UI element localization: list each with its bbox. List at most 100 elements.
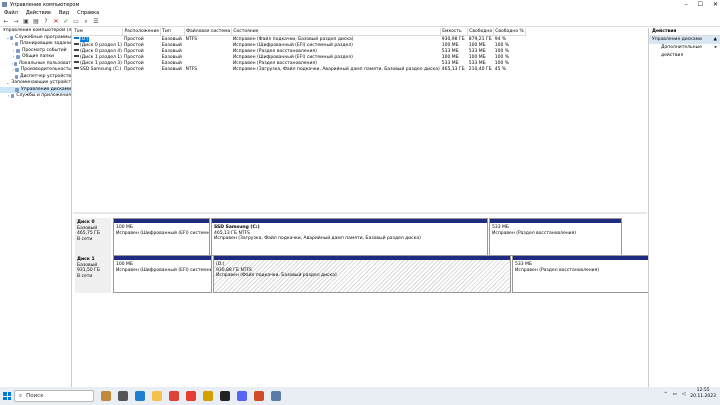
partition[interactable]: 100 МБ Исправен (Шифрованный (EFI) систем… [113, 255, 212, 293]
app-icon[interactable] [220, 391, 230, 401]
disk-label[interactable]: Диск 1 Базовый 931,50 ГБ В сети [75, 255, 111, 293]
tree-item[interactable]: › Службы и приложения [0, 93, 71, 100]
discord-icon[interactable] [237, 391, 247, 401]
partition[interactable]: SSD Samsung (C:) 465,13 ГБ NTFS Исправен (… [211, 218, 488, 256]
table-cell: Базовый [161, 42, 185, 48]
up-icon[interactable]: ▣ [23, 18, 29, 25]
cell-text: 100 МБ [468, 54, 486, 60]
table-cell: 465,13 ГБ [441, 66, 468, 72]
expand-icon[interactable]: ⌄ [6, 80, 9, 87]
menu-help[interactable]: Справка [77, 10, 99, 16]
cell-text: 45 % [494, 66, 507, 72]
partition-line: Исправен (Шифрованный (EFI) системный ра [116, 230, 209, 236]
disk-row: Диск 1 Базовый 931,50 ГБ В сети 100 МБ Исправ… [75, 255, 649, 293]
cell-text: Исправен (Раздел восстановления) [232, 48, 317, 54]
yandex-icon[interactable] [186, 391, 196, 401]
column-header[interactable]: Свободно % [493, 28, 526, 36]
taskbar-search[interactable]: ⌕ Поиск [14, 390, 94, 402]
search-icon[interactable]: ⌕ [83, 18, 89, 25]
tray-chevron-icon[interactable]: ^ [664, 392, 668, 397]
cell-text: Простой [123, 42, 144, 48]
table-row[interactable]: (Диск 1 раздел 1) Простой Базовый Исправен … [73, 54, 525, 60]
system-tray: ^ ▭ ◁ 12:55 20.11.2023 [664, 388, 716, 400]
cell-text: Простой [123, 36, 144, 42]
close-button[interactable]: ✕ [713, 1, 718, 8]
actions-section[interactable]: Управление дисками ▲ [649, 36, 720, 44]
disk-status: В сети [77, 273, 93, 279]
search-icon: ⌕ [19, 392, 23, 399]
column-header[interactable]: Расположение [122, 28, 162, 36]
table-cell: 879,21 ГБ [468, 36, 494, 43]
task-view-icon[interactable] [118, 391, 128, 401]
partition-line: Исправен (Файл подкачки, Базовый раздел … [216, 273, 337, 278]
cell-text: Исправен (Файл подкачки, Базовый раздел … [232, 36, 354, 42]
expand-icon[interactable]: › [6, 93, 11, 100]
more-actions-label: Дополнительные действия [661, 45, 702, 58]
help-icon[interactable]: ? [43, 18, 49, 25]
table-row[interactable]: (Диск 1 раздел 3) Простой Базовый Исправен … [73, 60, 525, 66]
actions-header: Действия [649, 28, 720, 36]
minimize-button[interactable]: – [685, 1, 688, 8]
chrome-icon[interactable] [169, 391, 179, 401]
partition[interactable]: 100 МБ Исправен (Шифрованный (EFI) систем… [113, 218, 210, 256]
more-actions-item[interactable]: Дополнительные действия ▸ [649, 44, 720, 58]
tree-item-label: Службы и приложения [16, 93, 71, 98]
computer-mgmt-icon[interactable] [271, 391, 281, 401]
partition[interactable]: (D:) 930,88 ГБ NTFS Исправен (Файл подкачк… [213, 255, 511, 293]
forward-icon[interactable]: → [13, 18, 19, 25]
table-cell: (Диск 0 раздел 1) [73, 42, 123, 48]
title-bar: Управление компьютером – ☐ ✕ [0, 0, 720, 9]
cell-text: SSD Samsung (C:) [80, 66, 122, 72]
menu-file[interactable]: Файл [4, 10, 18, 16]
partition[interactable]: 533 МБ Исправен (Раздел восстановления) [512, 255, 649, 293]
clock[interactable]: 12:55 20.11.2023 [690, 388, 716, 400]
cell-text: 930,98 ГБ [441, 36, 465, 42]
menu-action[interactable]: Действие [26, 10, 51, 16]
column-header[interactable]: Свободно [467, 28, 495, 36]
column-header[interactable]: Файловая система [184, 28, 233, 36]
partition[interactable]: 533 МБ Исправен (Раздел восстановления) [489, 218, 622, 256]
cell-text: (D:) [80, 36, 89, 42]
table-row[interactable]: SSD Samsung (C:) Простой Базовый NTFS Исправ… [73, 66, 525, 72]
explorer-icon[interactable] [152, 391, 162, 401]
properties-icon[interactable]: ☰ [93, 18, 99, 25]
column-header[interactable]: Том [73, 28, 124, 36]
tree-node-icon [9, 35, 14, 40]
disk-label[interactable]: Диск 0 Базовый 465,75 ГБ В сети [75, 218, 111, 256]
partition-line: Исправен (Шифрованный (EFI) системный ра [116, 267, 211, 273]
app2-icon[interactable] [254, 391, 264, 401]
open-icon[interactable]: ▭ [73, 18, 79, 25]
table-cell: (Диск 1 раздел 1) [73, 54, 123, 60]
tree-node-icon [14, 61, 17, 66]
column-header[interactable]: Емкость [440, 28, 469, 36]
cell-text: 533 МБ [468, 60, 486, 66]
cell-text: Простой [123, 66, 144, 72]
windows-icon [3, 392, 11, 400]
navigation-tree: Управление компьютером (л ⌄ Служебные прог… [0, 28, 72, 387]
column-header[interactable]: Тип [160, 28, 186, 36]
edge-icon[interactable] [135, 391, 145, 401]
mail-icon[interactable] [203, 391, 213, 401]
table-cell: Базовый [161, 60, 185, 66]
column-header[interactable]: Состояние [231, 28, 442, 36]
back-icon[interactable]: ← [3, 18, 9, 25]
actions-section-label: Управление дисками [652, 37, 702, 42]
cell-text: Базовый [161, 48, 182, 54]
table-row[interactable]: (D:) Простой Базовый NTFS Исправен (Файл под… [73, 36, 525, 43]
start-button[interactable] [0, 387, 14, 405]
volume-icon[interactable]: ◁ [682, 392, 685, 397]
collapse-icon: ▲ [713, 37, 717, 42]
menu-view[interactable]: Вид [59, 10, 69, 16]
table-cell: 210,40 ГБ [468, 66, 494, 72]
partition-line: Исправен (Раздел восстановления) [492, 230, 577, 236]
table-row[interactable]: (Диск 0 раздел 1) Простой Базовый Исправен … [73, 42, 525, 48]
table-row[interactable]: (Диск 0 раздел 4) Простой Базовый Исправен … [73, 48, 525, 54]
maximize-button[interactable]: ☐ [698, 1, 703, 8]
view-icon[interactable]: ▤ [33, 18, 39, 25]
disk-status: В сети [77, 236, 93, 242]
close-icon[interactable]: ✕ [53, 18, 59, 25]
check-icon[interactable]: ✓ [63, 18, 69, 25]
table-cell: NTFS [185, 66, 232, 72]
weather-icon[interactable] [101, 391, 111, 401]
network-icon[interactable]: ▭ [673, 392, 677, 397]
